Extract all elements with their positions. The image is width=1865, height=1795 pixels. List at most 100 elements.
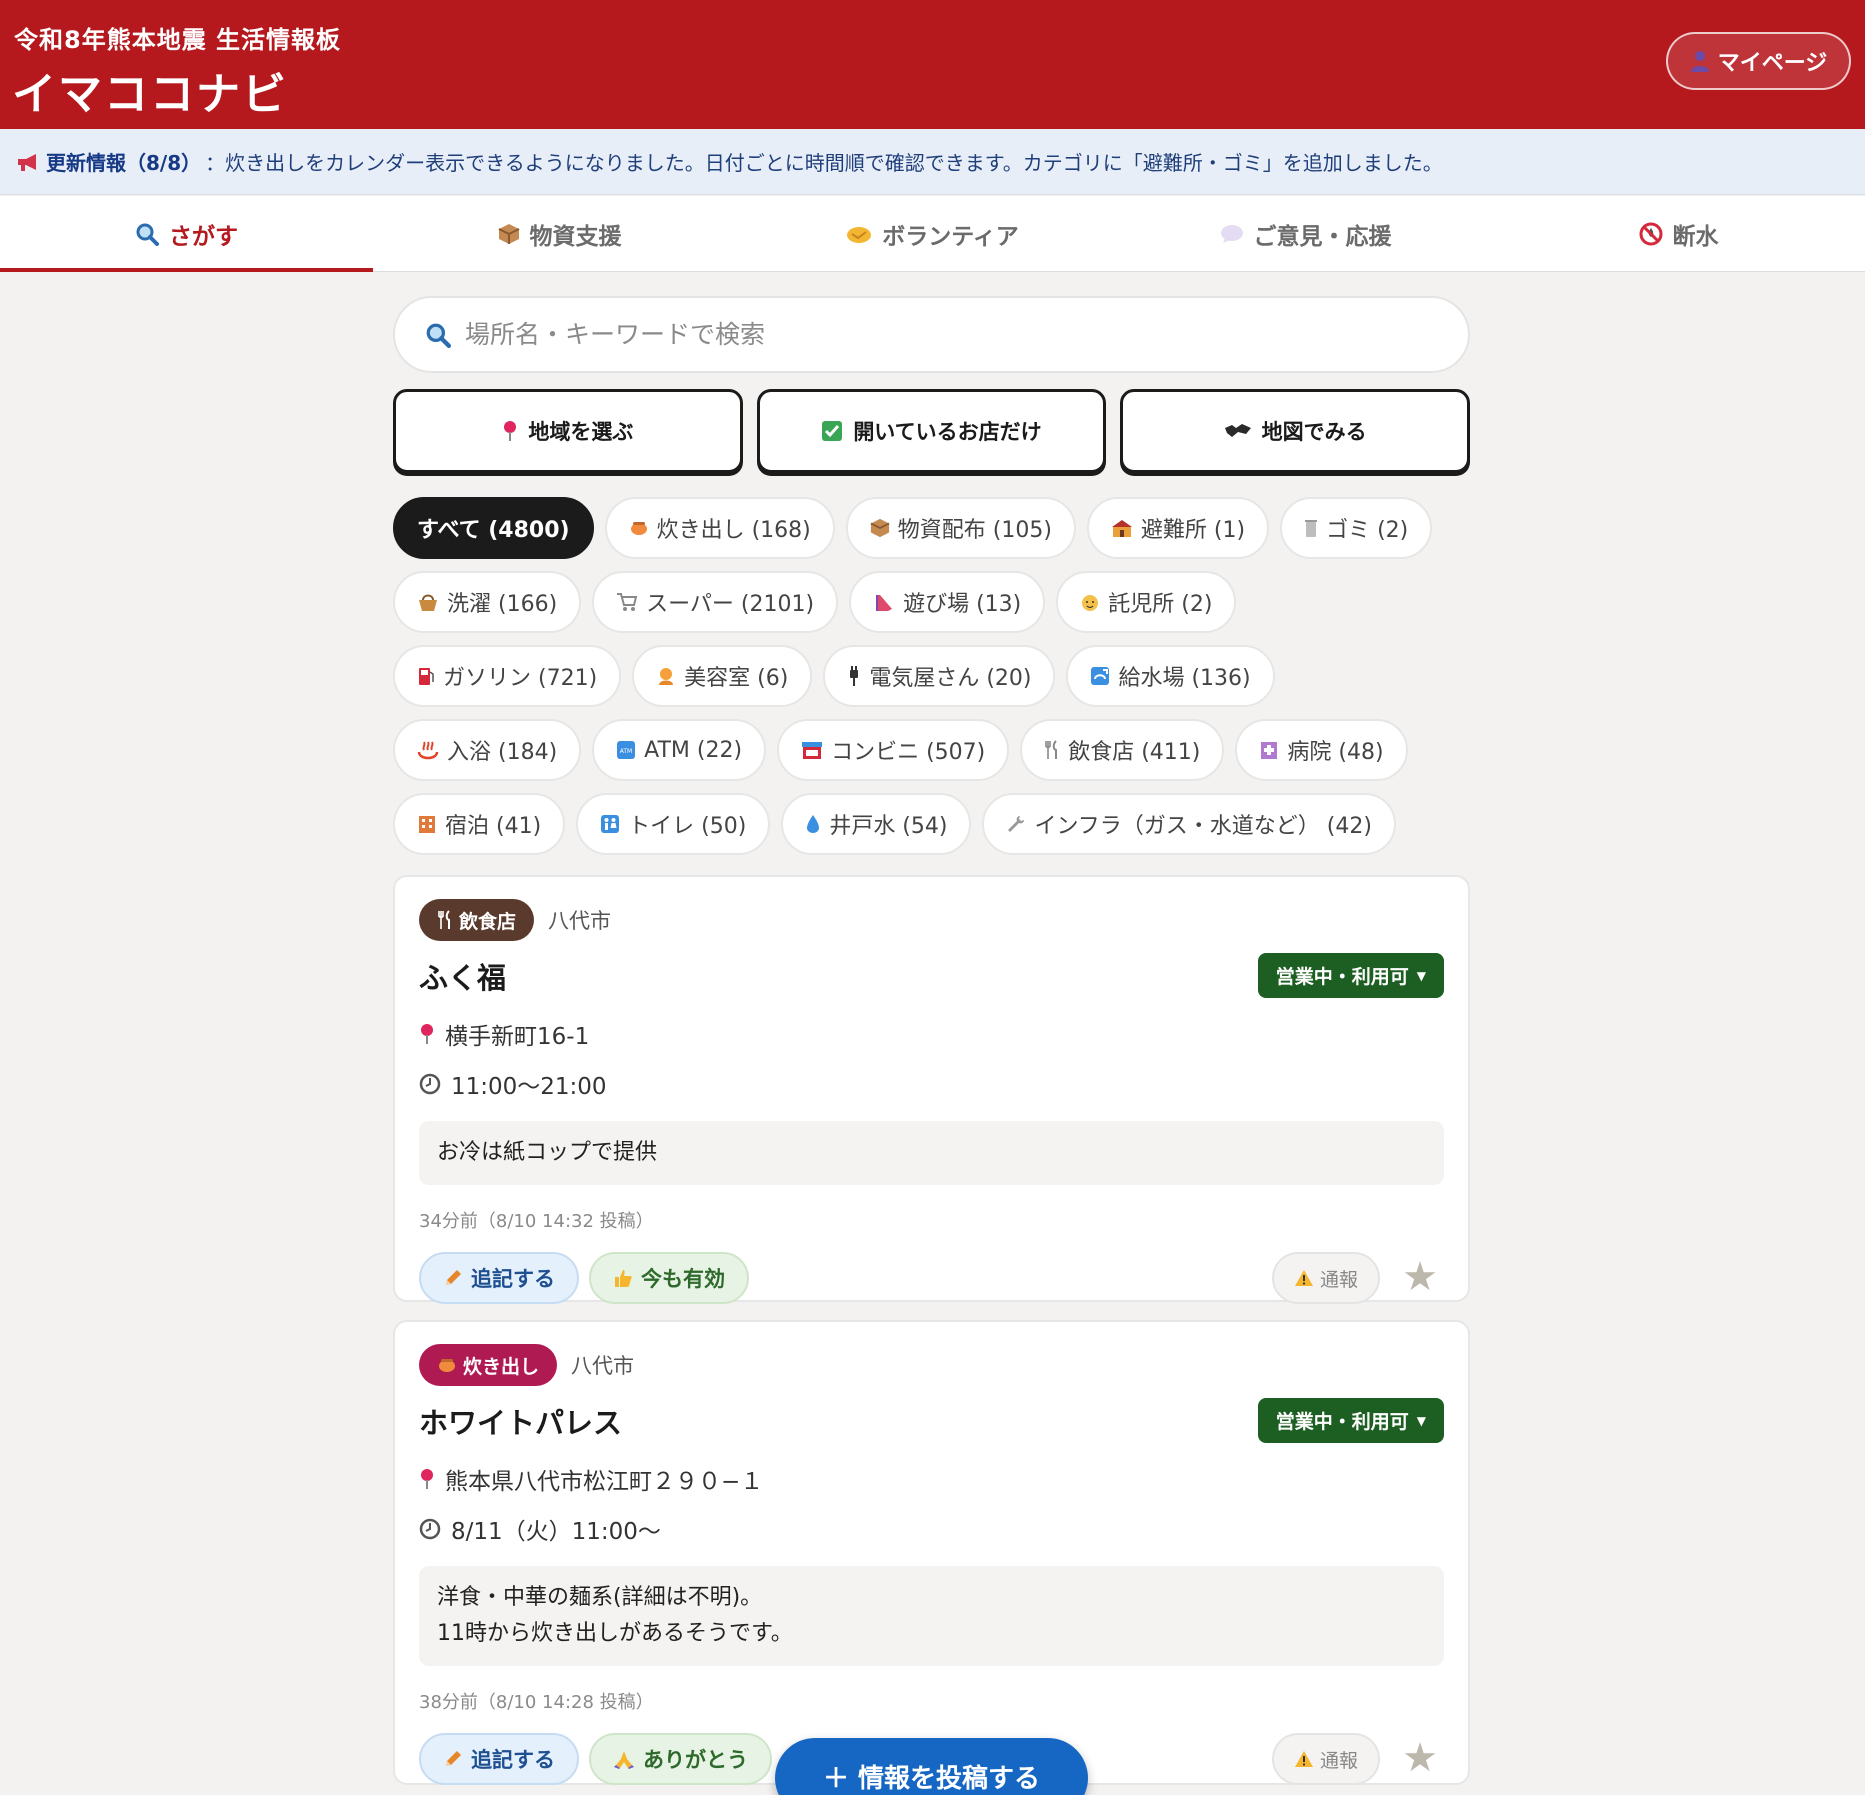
button-label: 追記する <box>471 1267 555 1291</box>
status-label: 営業中・利用可 <box>1275 966 1409 988</box>
mypage-button[interactable]: マイページ <box>1666 32 1851 90</box>
city-label: 八代市 <box>571 1354 635 1378</box>
map-view-button[interactable]: 地図でみる <box>1120 389 1471 473</box>
category-chip[interactable]: 井戸水 (54) <box>781 793 972 855</box>
category-chip[interactable]: インフラ（ガス・水道など） (42) <box>982 793 1396 855</box>
address-line: 横手新町16-1 <box>419 1017 1444 1051</box>
add-note-button[interactable]: 追記する <box>419 1733 579 1785</box>
category-chip[interactable]: 美容室 (6) <box>632 645 813 707</box>
category-chip[interactable]: すべて (4800) <box>393 497 594 559</box>
cart-icon <box>616 592 638 612</box>
address: 横手新町16-1 <box>445 1024 590 1050</box>
status-dropdown[interactable]: 営業中・利用可 ▼ <box>1257 953 1444 998</box>
main-tabs: さがす 物資支援 ボランティア ご意見・応援 断水 <box>0 196 1865 272</box>
mypage-label: マイページ <box>1717 51 1828 76</box>
pin-icon <box>502 420 518 442</box>
chip-label: ATM (22) <box>644 737 743 763</box>
chip-label: 託児所 (2) <box>1108 592 1213 617</box>
clock-icon <box>419 1518 441 1540</box>
tab-volunteer[interactable]: ボランティア <box>746 196 1119 271</box>
trash-icon <box>1304 518 1318 538</box>
category-chip[interactable]: 避難所 (1) <box>1086 497 1270 559</box>
chip-label: 宿泊 (41) <box>445 814 542 839</box>
tab-label: ボランティア <box>882 223 1019 250</box>
fork-knife-icon <box>437 910 453 930</box>
category-chip[interactable]: スーパー (2101) <box>592 571 839 633</box>
haircut-icon <box>656 666 676 686</box>
package-icon <box>498 223 520 245</box>
category-chip[interactable]: 遊び場 (13) <box>849 571 1046 633</box>
category-chip[interactable]: 宿泊 (41) <box>393 793 566 855</box>
filter-label: 地図でみる <box>1261 420 1367 444</box>
warning-icon <box>1294 1750 1314 1768</box>
tab-supplies[interactable]: 物資支援 <box>373 196 746 271</box>
category-badge: 炊き出し <box>419 1344 558 1386</box>
report-button[interactable]: 通報 <box>1271 1733 1380 1785</box>
category-chip[interactable]: 洗濯 (166) <box>393 571 582 633</box>
select-region-button[interactable]: 地域を選ぶ <box>393 389 743 473</box>
category-chip[interactable]: 入浴 (184) <box>393 719 582 781</box>
restroom-icon <box>600 814 620 834</box>
chip-label: 洗濯 (166) <box>447 592 558 617</box>
button-label: 通報 <box>1319 1749 1358 1772</box>
category-chip[interactable]: ガソリン (721) <box>393 645 622 707</box>
post-info-button[interactable]: ＋ 情報を投稿する <box>775 1738 1088 1795</box>
post-card: 炊き出し 八代市 ホワイトパレス 営業中・利用可 ▼ 熊本県八代市松江町２９０−… <box>393 1320 1470 1785</box>
memo-line: お冷は紙コップで提供 <box>437 1140 658 1165</box>
category-chip[interactable]: 病院 (48) <box>1235 719 1408 781</box>
slide-icon <box>873 592 895 612</box>
chip-label: コンビニ (507) <box>831 740 986 765</box>
chip-label: 遊び場 (13) <box>903 592 1022 617</box>
main-content: 地域を選ぶ 開いているお店だけ 地図でみる すべて (4800) 炊き出し (16… <box>393 296 1471 1785</box>
tab-label: 断水 <box>1672 223 1719 250</box>
hours: 11:00〜21:00 <box>451 1074 607 1100</box>
chip-label: スーパー (2101) <box>646 592 815 617</box>
chip-label: トイレ (50) <box>628 814 747 839</box>
search-icon <box>135 222 159 246</box>
hours-line: 8/11（火）11:00〜 <box>419 1512 1444 1546</box>
school-icon <box>1111 518 1133 538</box>
favorite-star-icon[interactable]: ★ <box>1402 1251 1438 1303</box>
add-note-button[interactable]: 追記する <box>419 1252 579 1304</box>
hotel-icon <box>417 814 437 834</box>
package-icon <box>870 518 890 538</box>
city-label: 八代市 <box>548 909 612 933</box>
address: 熊本県八代市松江町２９０−１ <box>445 1469 764 1495</box>
droplet-icon <box>805 814 821 834</box>
open-only-button[interactable]: 開いているお店だけ <box>756 389 1107 473</box>
still-valid-button[interactable]: 今も有効 <box>589 1252 749 1304</box>
memo-line: 11時から炊き出しがあるそうです。 <box>437 1621 793 1646</box>
category-chip[interactable]: ATM ATM (22) <box>592 719 767 781</box>
category-chip[interactable]: ゴミ (2) <box>1280 497 1433 559</box>
pencil-icon <box>443 1749 463 1769</box>
report-button[interactable]: 通報 <box>1271 1252 1380 1304</box>
category-chip[interactable]: 給水場 (136) <box>1066 645 1275 707</box>
pin-icon <box>419 1468 435 1490</box>
category-chip[interactable]: 飲食店 (411) <box>1020 719 1225 781</box>
tab-label: ご意見・応援 <box>1253 223 1392 250</box>
search-icon <box>425 322 451 348</box>
favorite-star-icon[interactable]: ★ <box>1402 1732 1438 1784</box>
button-label: 今も有効 <box>641 1267 725 1291</box>
tab-feedback[interactable]: ご意見・応援 <box>1119 196 1492 271</box>
speech-bubble-icon <box>1220 224 1244 244</box>
hot-spring-icon <box>417 740 439 760</box>
cooking-pot-icon <box>437 1356 457 1374</box>
post-memo: お冷は紙コップで提供 <box>419 1121 1444 1185</box>
category-chip[interactable]: 託児所 (2) <box>1056 571 1237 633</box>
warning-icon <box>1294 1269 1314 1287</box>
category-chip[interactable]: 物資配布 (105) <box>845 497 1076 559</box>
category-chip[interactable]: コンビニ (507) <box>777 719 1010 781</box>
tab-search[interactable]: さがす <box>0 196 373 272</box>
category-chip[interactable]: トイレ (50) <box>576 793 771 855</box>
header-subtitle: 令和8年熊本地震 生活情報板 <box>14 26 342 54</box>
tab-water-outage[interactable]: 断水 <box>1492 196 1865 271</box>
search-input[interactable] <box>465 320 1468 349</box>
category-chip[interactable]: 炊き出し (168) <box>604 497 835 559</box>
post-time: 38分前（8/10 14:28 投稿） <box>419 1692 654 1713</box>
chip-label: 物資配布 (105) <box>897 518 1052 543</box>
button-label: 追記する <box>471 1748 555 1772</box>
category-chip[interactable]: 電気屋さん (20) <box>823 645 1056 707</box>
thanks-button[interactable]: ありがとう <box>589 1733 772 1785</box>
status-dropdown[interactable]: 営業中・利用可 ▼ <box>1257 1398 1444 1443</box>
